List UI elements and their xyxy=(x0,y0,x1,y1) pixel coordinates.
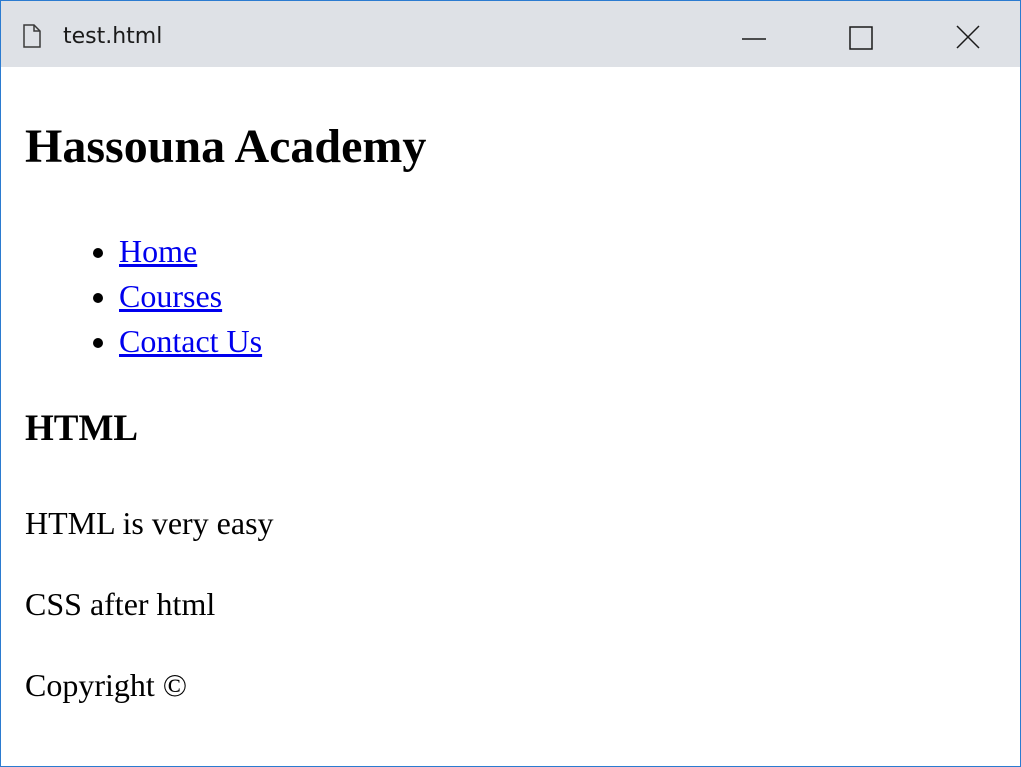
minimize-button[interactable] xyxy=(713,1,795,67)
nav-list: Home Courses Contact Us xyxy=(1,229,262,364)
close-icon xyxy=(956,25,980,49)
paragraph-css: CSS after html xyxy=(25,586,216,622)
nav-link-home[interactable]: Home xyxy=(119,233,197,269)
maximize-icon xyxy=(849,26,873,50)
minimize-icon xyxy=(742,38,766,40)
browser-window: test.html Hassouna Academy Home Cours xyxy=(0,0,1021,767)
page-content: Hassouna Academy Home Courses Contact Us… xyxy=(1,67,1020,766)
title-bar[interactable]: test.html xyxy=(1,1,1020,67)
section-heading: HTML xyxy=(25,408,139,449)
window-title: test.html xyxy=(63,24,163,49)
copyright-text: Copyright © xyxy=(25,667,188,703)
nav-item-home: Home xyxy=(119,229,262,274)
close-button[interactable] xyxy=(927,1,1009,67)
site-title: Hassouna Academy xyxy=(25,120,427,173)
nav-item-courses: Courses xyxy=(119,274,262,319)
nav-item-contact-us: Contact Us xyxy=(119,319,262,364)
nav-link-courses[interactable]: Courses xyxy=(119,278,222,314)
nav-link-contact-us[interactable]: Contact Us xyxy=(119,323,262,359)
document-icon xyxy=(22,24,42,48)
paragraph-html: HTML is very easy xyxy=(25,505,274,541)
maximize-button[interactable] xyxy=(820,1,902,67)
